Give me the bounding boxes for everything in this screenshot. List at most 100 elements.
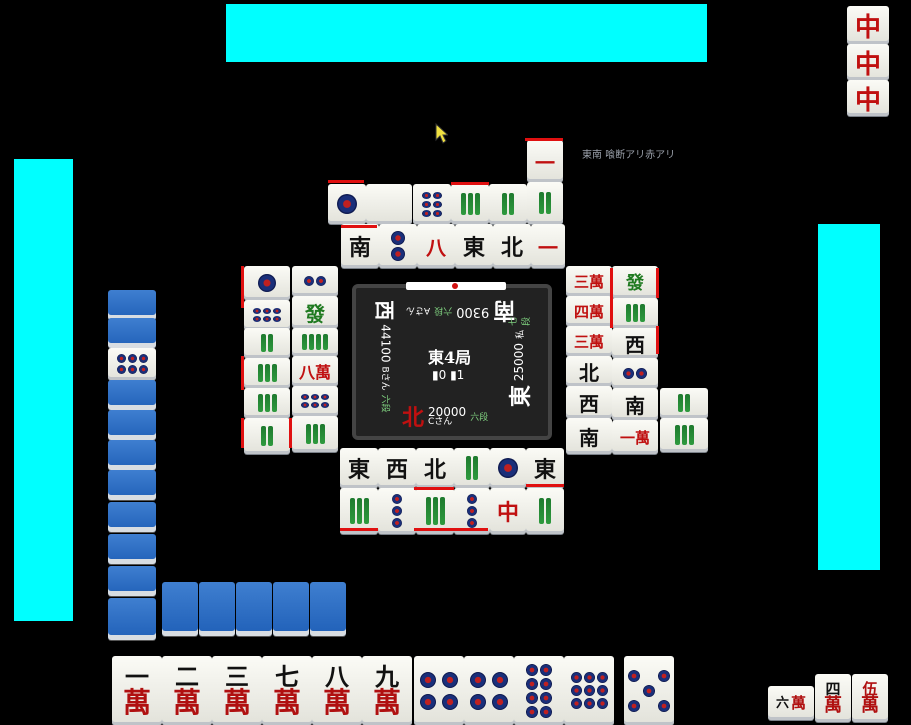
riichi-mark [341, 225, 377, 228]
wall-stack-2 [199, 582, 235, 636]
discard-left-8: 八萬 [292, 356, 338, 386]
hand-tile-5[interactable]: 八萬 [312, 656, 362, 725]
riichi-mark [328, 180, 364, 183]
hand-tile-6[interactable]: 九萬 [362, 656, 412, 725]
tile-chun-3: 中 [847, 80, 889, 116]
hand-tile-4[interactable]: 七萬 [262, 656, 312, 725]
left-hand-back-4 [108, 410, 156, 440]
discard-top-4 [451, 184, 489, 224]
riichi-mark [656, 326, 659, 354]
meld-tile-3: 伍萬 [852, 674, 888, 722]
discard-bottom-4 [454, 448, 490, 488]
discard-left-12 [292, 416, 338, 452]
discard-right-7: 北 [566, 356, 612, 386]
discard-left-11 [244, 418, 290, 454]
discard-left-5 [244, 328, 290, 358]
discard-top-12: 北 [493, 224, 531, 268]
discard-right-10: 南 [612, 388, 658, 420]
discard-bottom-2: 西 [378, 448, 416, 488]
riichi-mark [414, 487, 454, 490]
discard-bottom-3: 北 [416, 448, 454, 488]
discard-bottom-6: 東 [526, 448, 564, 488]
riichi-mark [451, 182, 489, 185]
left-hand-back-2 [108, 318, 156, 348]
discard-left-4: 發 [292, 296, 338, 328]
riichi-mark [241, 266, 244, 308]
left-hand-back-6 [108, 470, 156, 500]
hand-tile-10[interactable] [564, 656, 614, 725]
discard-left-10 [292, 386, 338, 416]
discard-right-4 [612, 298, 658, 328]
tile-chun-2: 中 [847, 44, 889, 80]
wall-stack-4 [273, 582, 309, 636]
discard-top-13: 一 [531, 224, 565, 268]
player-east-info: 東 25000 私 七段 [508, 316, 535, 408]
hand-tile-2[interactable]: 二萬 [162, 656, 212, 725]
discard-right-11 [660, 388, 708, 418]
left-hand-open-tile [108, 348, 156, 380]
mouse-cursor-icon [435, 122, 448, 144]
riichi-mark [526, 484, 564, 487]
discard-bottom-12 [526, 488, 564, 534]
discard-left-6 [292, 328, 338, 356]
honba-counter: ▮0 ▮1 [432, 368, 465, 382]
riichi-mark [414, 528, 488, 531]
riichi-mark [340, 528, 378, 531]
discard-bottom-5 [490, 448, 526, 488]
riichi-mark [241, 418, 244, 448]
hand-tile-7[interactable] [414, 656, 464, 725]
hand-tile-3[interactable]: 三萬 [212, 656, 262, 725]
meld-tile-2: 四萬 [815, 674, 851, 722]
player-north-info: 北 20000 Cさん 六段 [402, 404, 489, 431]
hand-tile-drawn[interactable] [624, 656, 674, 725]
opponent-left-bar [14, 159, 73, 621]
discard-right-12: 南 [566, 418, 612, 454]
tile-chun-1: 中 [847, 6, 889, 44]
discard-bottom-11: 中 [490, 488, 526, 534]
left-hand-back-8 [108, 534, 156, 564]
rule-text: 東南 喰断アリ赤アリ [582, 150, 676, 161]
discard-left-9 [244, 388, 290, 418]
riichi-mark [525, 138, 563, 141]
left-hand-back-7 [108, 502, 156, 532]
score-panel: 東4局 ▮0 ▮1 南 9300 六段 Aさん 西 44100 Bさん 六段 東… [352, 282, 552, 440]
player-south-info: 南 9300 六段 Aさん [406, 297, 516, 323]
discard-top-3 [413, 184, 451, 224]
riichi-stick-display [406, 282, 506, 290]
discard-right-5: 三萬 [566, 326, 612, 356]
discard-right-1: 三萬 [566, 266, 612, 296]
riichi-mark [610, 268, 613, 328]
discard-left-3 [244, 300, 290, 330]
discard-right-6: 西 [612, 328, 658, 358]
discard-top-1 [328, 184, 366, 224]
discard-right-2: 發 [612, 266, 658, 298]
riichi-mark [289, 418, 292, 448]
discard-top-6: 一 [527, 140, 563, 182]
discard-bottom-1: 東 [340, 448, 378, 488]
hand-tile-8[interactable] [464, 656, 514, 725]
left-hand-back-5 [108, 440, 156, 470]
left-hand-back-1 [108, 290, 156, 320]
hand-tile-9[interactable] [514, 656, 564, 725]
wall-stack-5 [310, 582, 346, 636]
opponent-top-bar [226, 4, 707, 62]
discard-left-2 [292, 266, 338, 296]
riichi-mark [656, 268, 659, 298]
discard-bottom-8 [378, 488, 416, 534]
discard-right-13: 一萬 [612, 420, 658, 454]
discard-top-8: 南 [341, 224, 379, 268]
discard-right-3: 四萬 [566, 296, 612, 326]
discard-top-9 [379, 224, 417, 268]
wall-stack-3 [236, 582, 272, 636]
wall-stack-1 [162, 582, 198, 636]
discard-top-5 [489, 184, 527, 224]
discard-right-8 [612, 358, 658, 388]
round-label: 東4局 [428, 348, 472, 367]
hand-tile-1[interactable]: 一萬 [112, 656, 162, 725]
meld-tile-1: 六萬 [768, 686, 814, 720]
player-west-info: 西 44100 Bさん 六段 [372, 300, 397, 413]
discard-top-2 [366, 184, 412, 224]
left-hand-back-3 [108, 380, 156, 410]
discard-left-1 [244, 266, 290, 300]
discard-right-9: 西 [566, 386, 612, 418]
